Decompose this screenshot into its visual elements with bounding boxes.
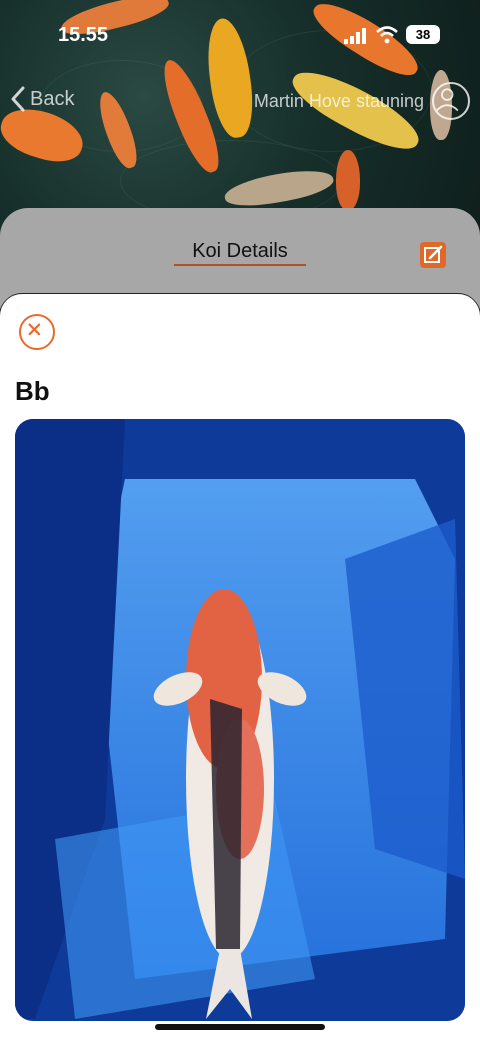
koi-name: Bb xyxy=(15,376,50,406)
title-underline xyxy=(174,264,306,266)
close-button[interactable] xyxy=(19,314,55,350)
navigation-bar: Back Martin Hove stauning xyxy=(0,80,480,120)
cellular-signal-icon xyxy=(344,28,366,44)
user-avatar-icon[interactable] xyxy=(432,82,470,120)
wifi-icon xyxy=(376,26,398,44)
chevron-left-icon xyxy=(11,86,25,112)
status-bar: 15.55 38 xyxy=(0,0,480,70)
home-indicator xyxy=(155,1024,325,1030)
battery-level: 38 xyxy=(415,27,431,42)
user-profile[interactable]: Martin Hove stauning xyxy=(254,82,470,120)
back-label: Back xyxy=(30,87,75,110)
sheet-title: Koi Details xyxy=(192,240,288,262)
edit-button[interactable] xyxy=(420,242,446,268)
battery-indicator: 38 xyxy=(406,25,440,44)
status-time: 15.55 xyxy=(58,24,109,46)
koi-photo-illustration xyxy=(15,419,465,1021)
edit-icon xyxy=(424,245,443,263)
koi-photo[interactable] xyxy=(15,419,465,1021)
back-button[interactable]: Back xyxy=(10,86,74,112)
user-name: Martin Hove stauning xyxy=(253,90,424,111)
close-icon xyxy=(28,323,41,336)
